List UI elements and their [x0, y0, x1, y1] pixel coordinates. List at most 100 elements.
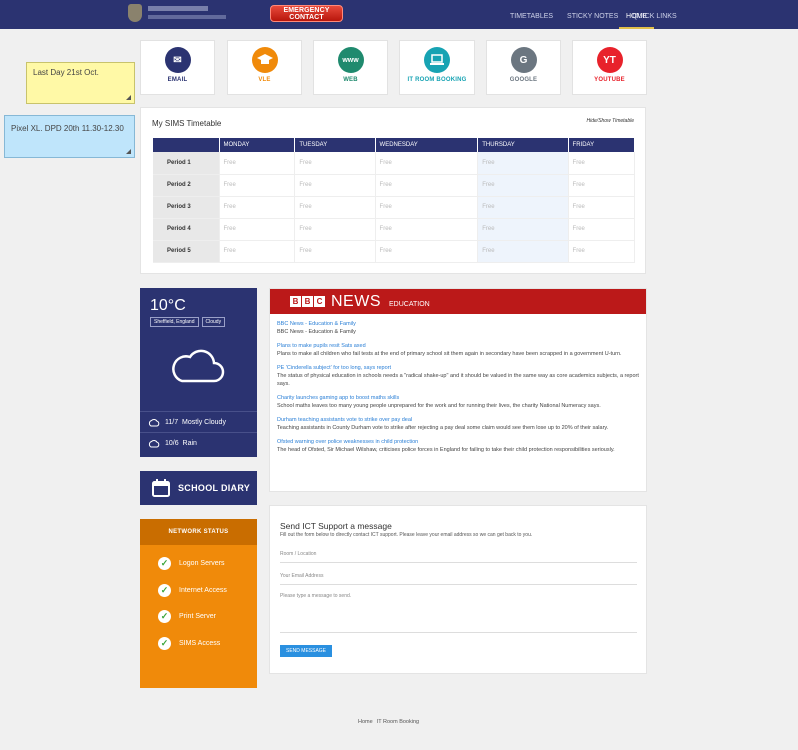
timetable-cell: Free	[375, 240, 479, 263]
send-message-button[interactable]: SEND MESSAGE	[280, 645, 332, 657]
network-status-panel: NETWORK STATUS ✓ Logon Servers ✓ Interne…	[140, 519, 257, 688]
status-label: Print Server	[179, 613, 216, 620]
bbc-letter: C	[314, 296, 325, 307]
footer-links: Home IT Room Booking	[358, 719, 419, 725]
timetable-cell: Free	[294, 240, 376, 263]
news-headline-link[interactable]: Durham teaching assistants vote to strik…	[277, 416, 639, 424]
weather-location: Sheffield, England	[150, 317, 199, 327]
forecast-row: 11/7 Mostly Cloudy	[140, 411, 257, 432]
news-summary: Teaching assistants in County Durham vot…	[277, 425, 609, 431]
forecast-row: 10/6 Rain	[140, 432, 257, 453]
cloud-icon	[148, 418, 160, 426]
quicklink-label: GOOGLE	[509, 77, 538, 83]
news-summary: The status of physical education in scho…	[277, 373, 639, 387]
timetable-cell: Free	[294, 196, 376, 219]
news-panel: B B C NEWS EDUCATION BBC News - Educatio…	[269, 288, 647, 492]
weather-condition: Cloudy	[201, 317, 226, 327]
news-headline-link[interactable]: BBC News - Education & Family	[277, 320, 639, 328]
news-section: EDUCATION	[389, 300, 430, 308]
quicklink-label: YOUTUBE	[594, 77, 625, 83]
news-headline-link[interactable]: Plans to make pupils resit Sats axed	[277, 342, 639, 350]
timetable-cell: Free	[568, 152, 636, 175]
nav-quick-links[interactable]: QUICK LINKS	[625, 0, 683, 29]
graduation-cap-icon	[251, 47, 278, 73]
laptop-icon	[424, 47, 450, 73]
list-item: Durham teaching assistants vote to strik…	[277, 416, 639, 432]
envelope-icon: ✉	[164, 47, 191, 73]
timetable-cell: Free	[219, 240, 296, 263]
timetable-cell: Free	[477, 174, 569, 197]
timetable-cell: Free	[219, 218, 296, 241]
calendar-icon	[152, 479, 170, 497]
list-item: Ofsted warning over police weaknesses in…	[277, 438, 639, 454]
day-header: TUESDAY	[294, 138, 376, 152]
weather-widget: 10°C Sheffield, England Cloudy 11/7 Most…	[140, 288, 257, 457]
weather-temperature: 10°C	[150, 297, 186, 314]
list-item: PE 'Cinderella subject' for too long, sa…	[277, 364, 639, 388]
bbc-logo: B B C	[290, 296, 325, 307]
quicklink-label: VLE	[258, 77, 271, 83]
sticky-note-text: Last Day 21st Oct.	[33, 68, 99, 77]
timetable-toggle-link[interactable]: Hide/Show Timetable	[587, 118, 634, 124]
status-item: ✓ SIMS Access	[158, 637, 220, 650]
sticky-note[interactable]: Pixel XL. DPD 20th 11.30-12.30	[4, 115, 135, 158]
quicklink-email[interactable]: ✉ EMAIL	[140, 40, 215, 95]
emergency-contact-button[interactable]: EMERGENCY CONTACT	[270, 5, 343, 22]
timetable-cell: Free	[294, 218, 376, 241]
school-logo[interactable]	[128, 2, 228, 26]
nav-sticky-notes[interactable]: STICKY NOTES	[560, 0, 625, 29]
footer-link-it-room-booking[interactable]: IT Room Booking	[377, 719, 419, 725]
sticky-note[interactable]: Last Day 21st Oct.	[26, 62, 135, 104]
cloud-icon	[148, 439, 160, 447]
room-location-field[interactable]: Room / Location	[280, 551, 637, 563]
news-headline-link[interactable]: Ofsted warning over police weaknesses in…	[277, 438, 639, 446]
timetable-cell: Free	[477, 152, 569, 175]
table-row: Period 1 Free Free Free Free Free	[153, 152, 636, 175]
timetable-cell: Free	[219, 174, 296, 197]
status-item: ✓ Print Server	[158, 610, 216, 623]
quicklink-label: WEB	[343, 77, 358, 83]
nav-timetables[interactable]: TIMETABLES	[503, 0, 560, 29]
quicklink-it-room-booking[interactable]: IT ROOM BOOKING	[399, 40, 475, 95]
quicklink-web[interactable]: www WEB	[313, 40, 388, 95]
timetable-cell: Free	[568, 218, 636, 241]
resize-handle-icon[interactable]	[126, 149, 131, 154]
youtube-icon: YT	[596, 47, 623, 73]
quicklink-vle[interactable]: VLE	[227, 40, 302, 95]
news-headline-link[interactable]: PE 'Cinderella subject' for too long, sa…	[277, 364, 639, 372]
footer-link-home[interactable]: Home	[358, 719, 373, 725]
google-icon: G	[510, 47, 537, 73]
period-label: Period 4	[153, 218, 220, 241]
message-field[interactable]: Please type a message to send.	[280, 593, 637, 633]
timetable-cell: Free	[294, 152, 376, 175]
timetable-cell: Free	[375, 196, 479, 219]
period-label: Period 5	[153, 240, 220, 263]
news-headline-link[interactable]: Charity launches gaming app to boost mat…	[277, 394, 639, 402]
check-icon: ✓	[158, 557, 171, 570]
news-summary: BBC News - Education & Family	[277, 329, 356, 335]
resize-handle-icon[interactable]	[126, 95, 131, 100]
check-icon: ✓	[158, 584, 171, 597]
school-diary-button[interactable]: SCHOOL DIARY	[140, 471, 257, 505]
news-summary: School maths leaves too many young peopl…	[277, 403, 601, 409]
timetable-cell: Free	[219, 152, 296, 175]
status-label: Internet Access	[179, 587, 227, 594]
email-field[interactable]: Your Email Address	[280, 573, 637, 585]
day-header: THURSDAY	[477, 138, 569, 152]
status-label: SIMS Access	[179, 640, 221, 647]
timetable-cell: Free	[477, 196, 569, 219]
timetable-cell: Free	[375, 174, 479, 197]
check-icon: ✓	[158, 610, 171, 623]
day-header: MONDAY	[219, 138, 296, 152]
quicklink-label: EMAIL	[167, 77, 188, 83]
timetable-cell: Free	[375, 152, 479, 175]
quicklink-google[interactable]: G GOOGLE	[486, 40, 561, 95]
news-header: B B C NEWS EDUCATION	[270, 289, 646, 314]
bbc-letter: B	[302, 296, 313, 307]
list-item: Plans to make pupils resit Sats axed Pla…	[277, 342, 639, 358]
form-subtitle: Fill out the form below to directly cont…	[280, 532, 533, 538]
form-title: Send ICT Support a message	[280, 521, 392, 531]
quicklink-youtube[interactable]: YT YOUTUBE	[572, 40, 647, 95]
cloud-icon	[172, 349, 225, 383]
check-icon: ✓	[158, 637, 171, 650]
